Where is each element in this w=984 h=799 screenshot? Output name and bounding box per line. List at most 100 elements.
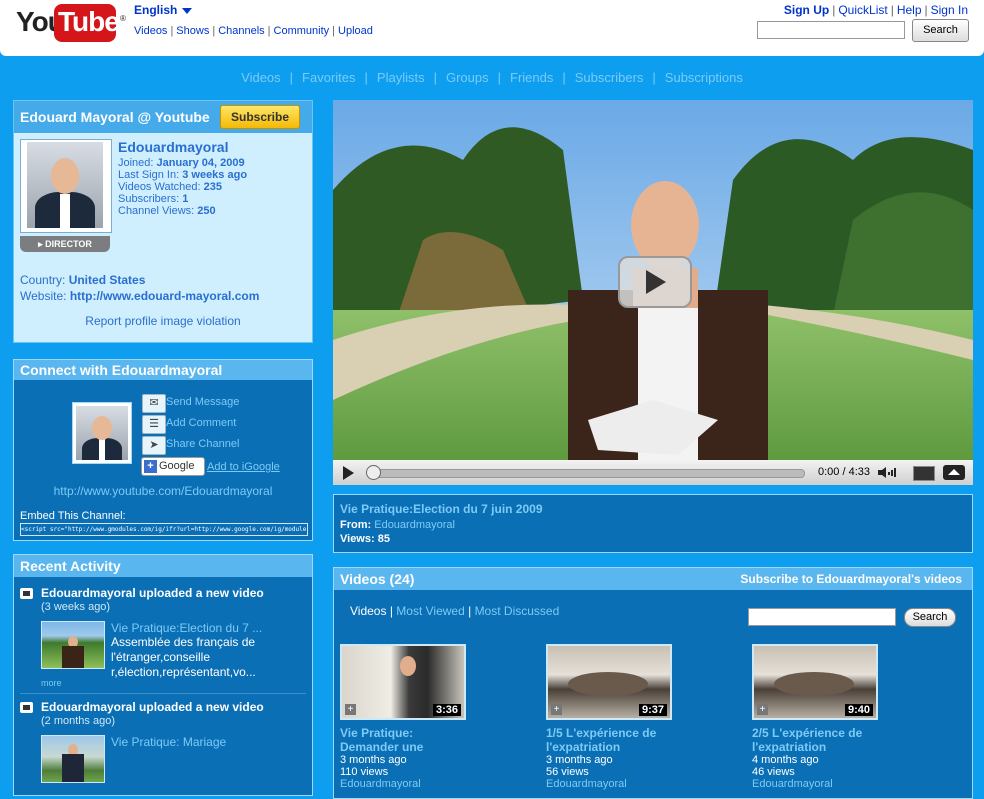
activity-video-thumbnail[interactable]: [41, 735, 105, 783]
channel-username[interactable]: Edouardmayoral: [118, 139, 228, 155]
video-card-views: 110 views: [340, 766, 389, 778]
video-views: Views: 85: [340, 533, 390, 545]
activity-video-title[interactable]: Vie Pratique: Mariage: [111, 735, 226, 749]
channel-url[interactable]: http://www.youtube.com/Edouardmayoral: [14, 484, 312, 498]
videos-panel-header: Videos (24) Subscribe to Edouardmayoral'…: [334, 568, 972, 590]
video-card-title[interactable]: 2/5 L'expérience de l'expatriation: [752, 726, 877, 754]
channel-tab-groups[interactable]: Groups: [446, 70, 489, 85]
recent-activity-title: Recent Activity: [14, 555, 312, 577]
channel-nav-separator: |: [433, 70, 437, 85]
avatar[interactable]: [20, 139, 112, 233]
sign-up-link[interactable]: Sign Up: [784, 3, 829, 17]
tab-most-viewed[interactable]: Most Viewed: [396, 604, 464, 618]
video-card-author[interactable]: Edouardmayoral: [546, 778, 671, 790]
nav-community[interactable]: Community: [274, 25, 330, 37]
nav-shows[interactable]: Shows: [176, 25, 209, 37]
activity-more-link[interactable]: more: [41, 678, 62, 688]
add-to-quicklist-icon[interactable]: +: [757, 704, 768, 715]
video-frame[interactable]: [333, 100, 973, 460]
subscribe-button[interactable]: Subscribe: [220, 105, 300, 129]
video-from: From: Edouardmayoral: [340, 519, 455, 531]
expand-icon[interactable]: [943, 465, 965, 480]
envelope-icon[interactable]: ✉: [142, 394, 166, 413]
website-label: Website:: [20, 289, 70, 303]
activity-item-title[interactable]: Edouardmayoral uploaded a new video: [41, 586, 264, 600]
activity-video-thumbnail[interactable]: [41, 621, 105, 669]
video-card-age: 3 months ago: [546, 754, 613, 766]
channel-tab-subscriptions[interactable]: Subscriptions: [665, 70, 743, 85]
send-message-link[interactable]: Send Message: [166, 396, 239, 408]
nav-upload[interactable]: Upload: [338, 25, 373, 37]
video-card-title[interactable]: Vie Pratique: Demander une: [340, 726, 465, 754]
quicklist-link[interactable]: QuickList: [838, 3, 887, 17]
channel-tab-favorites[interactable]: Favorites: [302, 70, 355, 85]
subscribe-videos-link[interactable]: Subscribe to Edouardmayoral's videos: [740, 568, 962, 590]
progress-knob[interactable]: [366, 465, 381, 480]
nav-channels[interactable]: Channels: [218, 25, 264, 37]
nav-separator: |: [170, 25, 174, 37]
video-thumbnail[interactable]: + 3:36: [340, 644, 466, 720]
channel-tab-playlists[interactable]: Playlists: [377, 70, 425, 85]
activity-item-title[interactable]: Edouardmayoral uploaded a new video: [41, 700, 264, 714]
profile-country: Country: United States: [20, 273, 145, 287]
country-label: Country:: [20, 273, 69, 287]
search-input[interactable]: [757, 21, 905, 39]
add-to-quicklist-icon[interactable]: +: [345, 704, 356, 715]
profile-panel: Edouard Mayoral @ Youtube Subscribe ▸ DI…: [13, 100, 313, 343]
volume-icon[interactable]: [878, 467, 898, 478]
channel-tab-videos[interactable]: Videos: [241, 70, 281, 85]
channel-tab-friends[interactable]: Friends: [510, 70, 553, 85]
add-to-quicklist-icon[interactable]: +: [551, 704, 562, 715]
video-thumbnail[interactable]: + 9:40: [752, 644, 878, 720]
channel-tab-subscribers[interactable]: Subscribers: [575, 70, 644, 85]
tab-separator: |: [464, 604, 475, 618]
progress-bar[interactable]: [367, 469, 805, 478]
add-comment-link[interactable]: Add Comment: [166, 417, 236, 429]
video-card-author[interactable]: Edouardmayoral: [340, 778, 465, 790]
video-card[interactable]: + 9:40 2/5 L'expérience de l'expatriatio…: [752, 644, 878, 790]
player-size-icon[interactable]: [913, 466, 935, 481]
nav-separator: |: [212, 25, 216, 37]
video-card[interactable]: + 3:36 Vie Pratique: Demander une 3 mont…: [340, 644, 466, 790]
embed-code-field[interactable]: <script src="http://www.gmodules.com/ig/…: [20, 523, 308, 536]
play-overlay-button[interactable]: [618, 256, 692, 308]
video-title[interactable]: Vie Pratique:Election du 7 juin 2009: [340, 502, 543, 516]
nav-videos[interactable]: Videos: [134, 25, 167, 37]
channel-nav-separator: |: [562, 70, 566, 85]
time-display: 0:00 / 4:33: [818, 466, 870, 478]
help-link[interactable]: Help: [897, 3, 922, 17]
from-author-link[interactable]: Edouardmayoral: [374, 519, 455, 531]
sign-in-link[interactable]: Sign In: [931, 3, 968, 17]
site-header: You Tube ® English Videos | Shows | Channels…: [0, 0, 984, 56]
video-card-author[interactable]: Edouardmayoral: [752, 778, 877, 790]
google-add-button[interactable]: + Google: [141, 457, 205, 476]
video-thumbnail[interactable]: + 9:37: [546, 644, 672, 720]
activity-video-title[interactable]: Vie Pratique:Election du 7 ...: [111, 621, 262, 635]
country-value: United States: [68, 273, 146, 287]
share-arrow-icon[interactable]: ➤: [142, 436, 166, 455]
tab-videos[interactable]: Videos: [350, 604, 386, 618]
tab-most-discussed[interactable]: Most Discussed: [475, 604, 560, 618]
video-player[interactable]: 0:00 / 4:33: [333, 100, 973, 485]
video-card-title[interactable]: 1/5 L'expérience de l'expatriation: [546, 726, 671, 754]
stat-value: 3 weeks ago: [182, 169, 248, 181]
channel-nav-separator: |: [497, 70, 502, 85]
search-button[interactable]: Search: [912, 19, 969, 42]
video-search-button[interactable]: Search: [904, 608, 956, 627]
play-icon[interactable]: [343, 466, 354, 480]
add-to-igoogle-link[interactable]: Add to iGoogle: [207, 461, 280, 473]
youtube-logo[interactable]: You Tube ®: [16, 4, 126, 42]
recent-activity-panel: Recent Activity Edouardmayoral uploaded …: [13, 554, 313, 796]
video-card[interactable]: + 9:37 1/5 L'expérience de l'expatriatio…: [546, 644, 672, 790]
report-image-link[interactable]: Report profile image violation: [14, 314, 312, 328]
website-link[interactable]: http://www.edouard-mayoral.com: [70, 289, 260, 303]
share-channel-link[interactable]: Share Channel: [166, 438, 239, 450]
video-info: Vie Pratique:Election du 7 juin 2009 Fro…: [333, 494, 973, 553]
connect-avatar[interactable]: [72, 402, 132, 464]
video-search-input[interactable]: [748, 608, 896, 626]
connect-panel: Connect with Edouardmayoral ✉ Send Messa…: [13, 359, 313, 541]
language-selector[interactable]: English: [134, 3, 193, 17]
language-label: English: [134, 3, 178, 17]
comment-icon[interactable]: ☰: [142, 415, 166, 434]
connect-avatar-shirt: [99, 439, 105, 460]
